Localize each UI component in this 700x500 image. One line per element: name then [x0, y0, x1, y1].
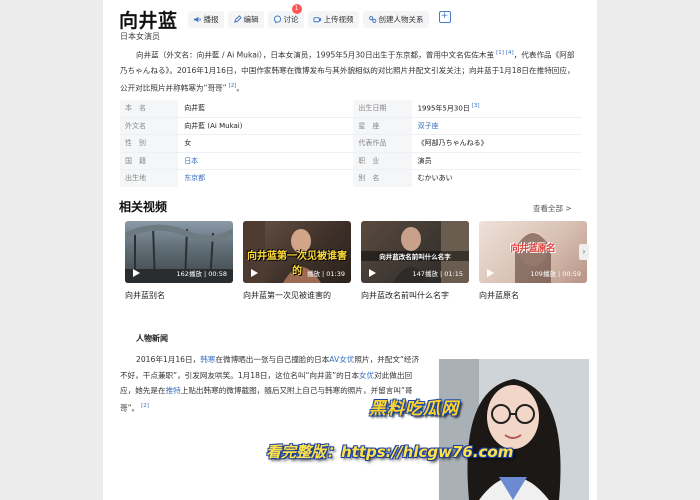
entry-subtitle: 日本女演员: [120, 32, 160, 41]
info-key: 出生日期: [353, 100, 412, 117]
chat-bubble-icon: [273, 15, 281, 24]
play-icon: [369, 269, 376, 277]
info-key: 国籍: [120, 152, 179, 169]
discuss-label: 讨论: [283, 15, 299, 24]
upload-video-button[interactable]: 上传视频: [307, 11, 359, 28]
video-caption: 向井蓝原名: [510, 244, 556, 254]
birthplace-link[interactable]: 东京都: [178, 173, 348, 183]
info-key: 出生地: [120, 170, 179, 187]
related-videos-title: 相关视频: [119, 200, 168, 214]
av-link[interactable]: AV女优: [329, 355, 354, 364]
zodiac-link[interactable]: 双子座: [412, 121, 582, 131]
citation-3[interactable]: [3]: [472, 103, 480, 109]
info-row: 本名 向井藍 出生日期 1995年5月30日 [3]: [120, 100, 582, 117]
video-stats: 162播放 | 00:58: [176, 270, 227, 278]
info-box: 本名 向井藍 出生日期 1995年5月30日 [3] 外文名 向井藍 (Ai Mu…: [120, 100, 582, 187]
info-value: 演员: [417, 156, 432, 165]
video-camera-icon: [312, 17, 321, 23]
birth-date: 1995年5月30日: [417, 104, 470, 113]
discuss-count-badge: 1: [291, 4, 302, 14]
info-key: 外文名: [120, 117, 179, 134]
view-all-link[interactable]: 查看全部 >: [533, 203, 572, 214]
info-row: 出生地 东京都 别名 むかいあい: [120, 169, 582, 187]
info-key: 职业: [353, 152, 412, 169]
info-value: 女: [184, 139, 192, 148]
video-title[interactable]: 向井蓝第一次见被谁害的: [243, 290, 331, 301]
broadcast-button[interactable]: 播报: [187, 11, 224, 28]
info-value: 向井藍: [184, 104, 206, 113]
play-icon: [251, 269, 258, 277]
info-value: 1995年5月30日 [3]: [412, 103, 582, 113]
speaker-icon: [193, 16, 201, 23]
play-icon: [133, 269, 140, 277]
video-thumbnail[interactable]: 162播放 | 00:58: [125, 221, 233, 283]
citation-4[interactable]: [4]: [506, 50, 514, 56]
page-title: 向井蓝: [119, 10, 178, 32]
watermark-url-text: 看完整版：https://hlcgw76.com: [266, 443, 514, 461]
discuss-button[interactable]: 讨论 1: [267, 4, 304, 28]
news-photo: [439, 359, 589, 500]
video-caption: 向井蓝改名前叫什么名字: [361, 251, 469, 261]
twitter-link[interactable]: 推特: [166, 386, 181, 395]
summary-text-1: 向井蓝（外文名：向井藍 / Ai Mukai），日本女演员，1995年5月30日…: [136, 50, 495, 60]
info-value: 向井藍 (Ai Mukai): [184, 121, 243, 130]
create-relation-label: 创建人物关系: [378, 15, 424, 24]
pencil-icon: [233, 15, 242, 23]
citation-2[interactable]: [2]: [141, 403, 149, 409]
chevron-right-icon: ›: [582, 247, 586, 256]
info-key: 本名: [120, 100, 179, 117]
info-key: 性别: [120, 135, 179, 152]
add-button[interactable]: +: [438, 11, 451, 23]
citation-1[interactable]: [1]: [496, 50, 504, 56]
portrait-photo-image: [439, 359, 589, 500]
video-thumbnail[interactable]: 向井蓝原名 109播放 | 00:59: [479, 221, 587, 283]
video-title[interactable]: 向井蓝改名前叫什么名字: [361, 290, 449, 301]
info-row: 性别 女 代表作品 《阿部乃ちゃんねる》: [120, 134, 582, 152]
info-key: 星座: [353, 117, 412, 134]
video-title[interactable]: 向井蓝别名: [125, 290, 165, 301]
summary-text-3: 。: [236, 83, 244, 93]
info-row: 外文名 向井藍 (Ai Mukai) 星座 双子座: [120, 116, 582, 134]
carousel-next-button[interactable]: ›: [579, 244, 589, 260]
video-thumbnail[interactable]: 向井蓝改名前叫什么名字 147播放 | 01:15: [361, 221, 469, 283]
upload-video-label: 上传视频: [323, 15, 354, 24]
encyclopedia-page: 向井蓝 播报 编辑 讨论 1 上传视频 创建人物关系 + 日本女演员 向井蓝（外…: [103, 0, 597, 500]
broadcast-label: 播报: [203, 15, 219, 24]
video-stats: 147播放 | 01:15: [412, 270, 463, 278]
action-bar: 播报 编辑 讨论 1 上传视频 创建人物关系 +: [187, 4, 451, 28]
video-title[interactable]: 向井蓝原名: [479, 290, 519, 301]
edit-label: 编辑: [243, 15, 259, 24]
video-carousel: 162播放 | 00:58 向井蓝第一次见被谁害的 播放 | 01:39 向井蓝…: [125, 221, 590, 283]
edit-button[interactable]: 编辑: [227, 11, 264, 28]
create-relation-button[interactable]: 创建人物关系: [362, 11, 429, 28]
video-thumbnail[interactable]: 向井蓝第一次见被谁害的 播放 | 01:39: [243, 221, 351, 283]
info-row: 国籍 日本 职业 演员: [120, 151, 582, 169]
people-relation-icon: [368, 16, 376, 23]
info-value: むかいあい: [417, 174, 453, 183]
nvyou-link[interactable]: 女优: [359, 371, 374, 380]
summary-paragraph: 向井蓝（外文名：向井藍 / Ai Mukai），日本女演员，1995年5月30日…: [120, 46, 580, 96]
hanhan-link[interactable]: 韩寒: [200, 355, 215, 364]
video-stats: 播放 | 01:39: [306, 270, 345, 278]
watermark-logo-text: 黑料吃瓜网: [369, 399, 459, 419]
play-icon: [487, 269, 494, 277]
news-text: 在微博晒出一张与自己撞脸的日本: [215, 355, 330, 364]
news-text: 2016年1月16日，: [136, 355, 201, 364]
video-stats: 109播放 | 00:59: [530, 270, 581, 278]
info-value: 《阿部乃ちゃんねる》: [417, 139, 488, 148]
info-key: 代表作品: [353, 135, 412, 152]
nationality-link[interactable]: 日本: [178, 156, 348, 166]
info-key: 别名: [353, 170, 412, 187]
news-section-title: 人物新闻: [136, 334, 168, 343]
entry-header: 向井蓝 播报 编辑 讨论 1 上传视频 创建人物关系 +: [119, 4, 451, 33]
